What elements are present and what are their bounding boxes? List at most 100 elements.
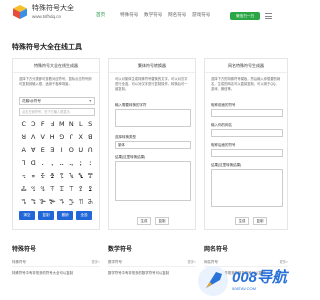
symbol-cell[interactable]: ꓱ	[48, 145, 58, 155]
type-select[interactable]: 繁体	[115, 141, 191, 149]
wechat-scan-button[interactable]: 微信扫一扫	[230, 12, 260, 20]
nav-item-nickname[interactable]: 网名符号	[168, 12, 192, 18]
symbol-cell[interactable]: ꔈ	[38, 184, 48, 194]
symbol-cell[interactable]: ꔄ	[76, 171, 86, 181]
symbol-cell[interactable]: ꓢ	[86, 119, 96, 129]
symbol-cell[interactable]: ꔑ	[48, 197, 58, 207]
nickname-label: 输入你的网名	[211, 123, 232, 127]
symbol-cell[interactable]: ꔇ	[29, 184, 39, 194]
section-item[interactable]: 特殊符号中有非常多的符号大全可以复制	[12, 270, 100, 276]
symbol-cell[interactable]: ꓩ	[67, 132, 77, 142]
symbol-cell[interactable]: ꓯ	[29, 145, 39, 155]
symbol-cell[interactable]: ꓚ	[19, 119, 29, 129]
prefix-select[interactable]	[211, 109, 283, 117]
symbol-cell[interactable]: ꓽ	[86, 158, 96, 168]
input-label: 输入需要转换的字符	[115, 103, 147, 107]
symbol-output-input[interactable]: 点击左侧符号，在下方输入框显示	[19, 108, 95, 116]
generate-button[interactable]: 生成	[235, 217, 249, 225]
symbol-cell[interactable]: ꓺ	[57, 158, 67, 168]
symbol-cell[interactable]: ꓥ	[29, 132, 39, 142]
nickname-output[interactable]	[211, 169, 283, 207]
symbol-cell[interactable]: ꓳ	[67, 145, 77, 155]
symbol-cell[interactable]: ꓼ	[76, 158, 86, 168]
convert-panel: 繁体符号转换器 可以对繁体生成特殊符号替换的文字，可以对汉字进行全选，可以对汉字…	[108, 58, 196, 230]
symbol-cell[interactable]: ꔊ	[57, 184, 67, 194]
symbol-cell[interactable]: ꔂ	[57, 171, 67, 181]
more-link[interactable]: 更多>	[91, 259, 100, 264]
symbol-button-row: 清空 复制 撤销 全选	[19, 211, 92, 220]
symbol-cell[interactable]: ꔅ	[86, 171, 96, 181]
symbol-cell[interactable]: ꔓ	[67, 197, 77, 207]
nav-item-game[interactable]: 游戏符号	[192, 12, 216, 18]
symbol-cell[interactable]: ꔎ	[19, 197, 29, 207]
symbol-grid: ꓚ ꓛ ꓝ ꓞ ꓟ ꓠ ꓡ ꓢ ꓤ ꓥ ꓦ ꓧ ꓨ ꓩ ꓫ ꓭ ꓮ ꓯ ꓰ ꓱ ꓲ ꓳ ꓴ ꓵ ꓶ ꓷ ꓸ ꓹ ꓺ ꓻ ꓼ ꓽ ꓾ ꓿ ꔀ ꔁ ꔂ ꔃ ꔄ ꔅ…	[19, 119, 95, 207]
suffix-select[interactable]	[211, 149, 283, 157]
generate-button[interactable]: 生成	[137, 217, 151, 225]
symbol-cell[interactable]: ꓸ	[38, 158, 48, 168]
site-name[interactable]: 特殊符号大全	[32, 3, 74, 13]
symbol-cell[interactable]: ꓮ	[19, 145, 29, 155]
symbol-cell[interactable]: ꓧ	[48, 132, 58, 142]
undo-button[interactable]: 撤销	[57, 211, 73, 220]
convert-input[interactable]	[115, 109, 191, 127]
nickname-button-row: 生成 复制	[235, 217, 267, 225]
copy-button[interactable]: 复制	[155, 217, 169, 225]
symbol-cell[interactable]: ꓫ	[76, 132, 86, 142]
symbol-cell[interactable]: ꔏ	[29, 197, 39, 207]
symbol-cell[interactable]: ꓵ	[86, 145, 96, 155]
symbol-cell[interactable]: ꓾	[19, 171, 29, 181]
symbol-generator-panel: 特殊符号大全在线生成器 选择下方分类即可查看对应符号，鼠标点击符号即可复制到输入…	[12, 58, 100, 230]
symbol-cell[interactable]: ꓟ	[57, 119, 67, 129]
convert-output[interactable]	[115, 161, 191, 201]
symbol-cell[interactable]: ꓰ	[38, 145, 48, 155]
symbol-cell[interactable]: ꔋ	[67, 184, 77, 194]
symbol-cell[interactable]: ꔀ	[38, 171, 48, 181]
symbol-cell[interactable]: ꓷ	[29, 158, 39, 168]
symbol-cell[interactable]: ꔍ	[86, 184, 96, 194]
clear-button[interactable]: 清空	[19, 211, 35, 220]
panel-title: 网名特殊符号生成器	[205, 59, 287, 73]
symbol-cell[interactable]: ꔉ	[48, 184, 58, 194]
symbol-cell[interactable]: ꓭ	[86, 132, 96, 142]
symbol-cell[interactable]: ꓦ	[38, 132, 48, 142]
symbol-cell[interactable]: ꔔ	[76, 197, 86, 207]
symbol-cell[interactable]: ꔒ	[57, 197, 67, 207]
site-header: 特殊符号大全 www.tsfhdq.cn 首页 特殊符号 数学符号 网名符号 游…	[0, 0, 300, 36]
cube-logo-icon[interactable]	[12, 4, 28, 20]
convert-button-row: 生成 复制	[137, 217, 169, 225]
section-header-row: 特殊符号 更多>	[12, 259, 100, 267]
symbol-cell[interactable]: ꓻ	[67, 158, 77, 168]
symbol-cell[interactable]: ꓨ	[57, 132, 67, 142]
section-item[interactable]: 数学符号中有非常多的数学符号可以复制	[108, 270, 196, 276]
main-nav: 首页 特殊符号 数学符号 网名符号 游戏符号	[96, 12, 216, 18]
symbol-cell[interactable]: ꓹ	[48, 158, 58, 168]
symbol-cell[interactable]: ꓿	[29, 171, 39, 181]
symbol-cell[interactable]: ꔕ	[86, 197, 96, 207]
copy-button[interactable]: 复制	[38, 211, 54, 220]
symbol-cell[interactable]: ꓠ	[67, 119, 77, 129]
category-select[interactable]: 花鹅/@符号 ▼	[19, 97, 95, 105]
select-all-button[interactable]: 全选	[76, 211, 92, 220]
symbol-cell[interactable]: ꓛ	[29, 119, 39, 129]
symbol-cell[interactable]: ꓶ	[19, 158, 29, 168]
nickname-input[interactable]	[211, 129, 283, 137]
menu-icon[interactable]	[265, 13, 272, 19]
watermark-subtext: 008TAV.COM	[232, 286, 256, 291]
symbol-cell[interactable]: ꔐ	[38, 197, 48, 207]
copy-button[interactable]: 复制	[253, 217, 267, 225]
section-special: 特殊符号 特殊符号 更多> 特殊符号中有非常多的符号大全可以复制	[12, 244, 100, 276]
nav-item-home[interactable]: 首页	[96, 12, 120, 18]
symbol-cell[interactable]: ꓞ	[48, 119, 58, 129]
nav-item-special[interactable]: 特殊符号	[120, 12, 144, 18]
symbol-cell[interactable]: ꓤ	[19, 132, 29, 142]
symbol-cell[interactable]: ꔃ	[67, 171, 77, 181]
symbol-cell[interactable]: ꓝ	[38, 119, 48, 129]
symbol-cell[interactable]: ꔁ	[48, 171, 58, 181]
nav-item-math[interactable]: 数学符号	[144, 12, 168, 18]
symbol-cell[interactable]: ꔆ	[19, 184, 29, 194]
symbol-cell[interactable]: ꓴ	[76, 145, 86, 155]
panel-title: 特殊符号大全在线生成器	[13, 59, 99, 73]
symbol-cell[interactable]: ꓡ	[76, 119, 86, 129]
symbol-cell[interactable]: ꓲ	[57, 145, 67, 155]
symbol-cell[interactable]: ꔌ	[76, 184, 86, 194]
